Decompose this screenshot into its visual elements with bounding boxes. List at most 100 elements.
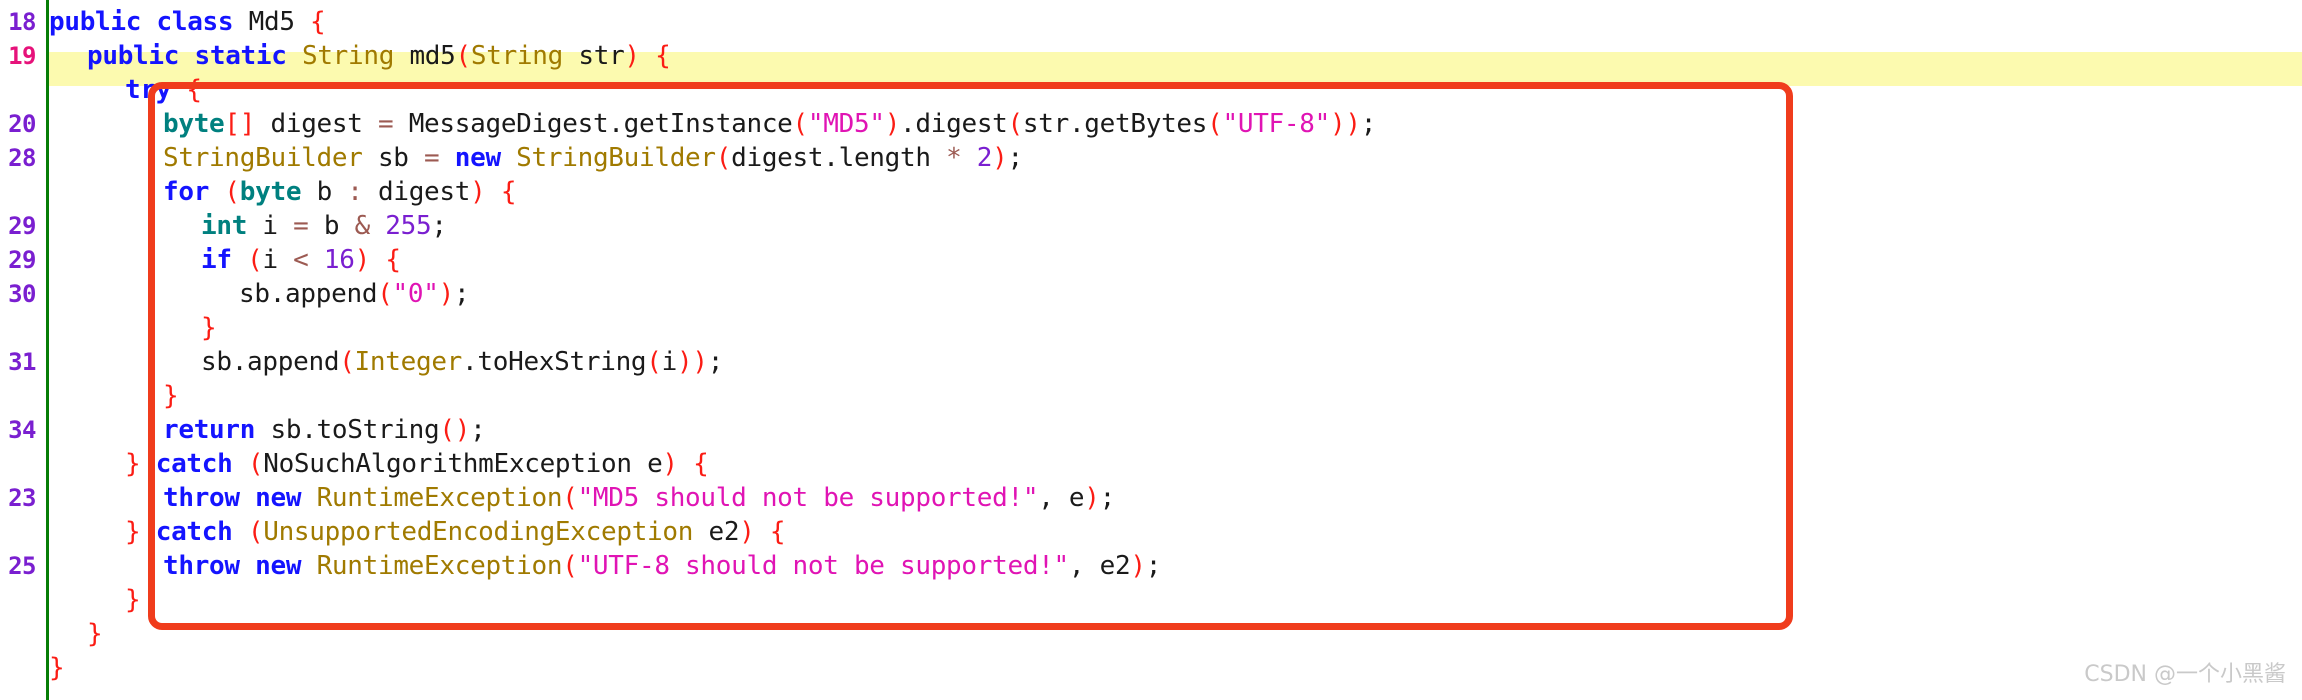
- code-token: ): [662, 449, 678, 479]
- code-token: "UTF-8 should not be supported!": [577, 551, 1070, 581]
- line-number[interactable]: 30: [0, 277, 36, 311]
- code-line[interactable]: throw new RuntimeException("MD5 should n…: [49, 481, 1115, 515]
- line-number[interactable]: 28: [0, 141, 36, 175]
- line-number[interactable]: 29: [0, 209, 36, 243]
- code-line[interactable]: try {: [49, 73, 202, 107]
- line-number[interactable]: 23: [0, 481, 36, 515]
- code-token: ): [438, 279, 455, 309]
- code-content[interactable]: public class Md5 {public static String m…: [49, 0, 2302, 700]
- code-token: digest: [270, 109, 363, 139]
- code-token: (: [1207, 109, 1223, 139]
- code-token: }: [201, 313, 217, 343]
- code-line[interactable]: public class Md5 {: [49, 5, 326, 39]
- code-token: public: [87, 41, 180, 71]
- code-line[interactable]: } catch (NoSuchAlgorithmException e) {: [49, 447, 709, 481]
- line-number[interactable]: 34: [0, 413, 36, 447]
- code-token: throw: [163, 483, 240, 513]
- code-token: )): [1329, 109, 1361, 139]
- code-line[interactable]: }: [49, 651, 65, 685]
- code-token: ): [354, 245, 371, 275]
- code-token: class: [156, 7, 234, 37]
- code-token: ): [884, 109, 901, 139]
- code-token: RuntimeException: [316, 483, 563, 513]
- code-line[interactable]: StringBuilder sb = new StringBuilder(dig…: [49, 141, 1023, 175]
- code-token: =: [424, 143, 440, 173]
- code-token: 255: [385, 211, 432, 241]
- line-number[interactable]: 18: [0, 5, 36, 39]
- code-token: 16: [323, 245, 355, 275]
- code-line[interactable]: byte[] digest = MessageDigest.getInstanc…: [49, 107, 1376, 141]
- code-token: }: [125, 517, 141, 547]
- code-token: i: [661, 347, 678, 377]
- code-token: ): [1084, 483, 1100, 513]
- code-token: catch: [155, 449, 233, 479]
- code-editor[interactable]: 18 19 20 28 29 29 30 31 34 23 25 public class Md5 …: [0, 0, 2302, 700]
- code-token: 2: [976, 143, 993, 173]
- code-token: ,: [1068, 551, 1085, 581]
- code-token: []: [224, 109, 256, 139]
- code-token: .toHexString: [462, 347, 647, 377]
- code-token: sb.toString: [270, 415, 440, 445]
- code-line[interactable]: sb.append(Integer.toHexString(i));: [49, 345, 723, 379]
- code-line[interactable]: }: [49, 617, 103, 651]
- code-token: String: [301, 41, 395, 71]
- line-number-gutter[interactable]: 18 19 20 28 29 29 30 31 34 23 25: [0, 0, 46, 700]
- code-token: UnsupportedEncodingException: [263, 517, 694, 547]
- line-number[interactable]: 31: [0, 345, 36, 379]
- code-token: (: [562, 483, 578, 513]
- code-token: RuntimeException: [316, 551, 563, 581]
- code-token: (: [224, 177, 240, 207]
- code-token: {: [769, 517, 786, 547]
- code-line[interactable]: if (i < 16) {: [49, 243, 401, 277]
- code-token: try: [125, 75, 172, 105]
- code-line[interactable]: int i = b & 255;: [49, 209, 447, 243]
- line-number[interactable]: 19: [0, 39, 36, 73]
- code-line[interactable]: for (byte b : digest) {: [49, 175, 517, 209]
- code-token: byte: [239, 177, 302, 207]
- line-number[interactable]: 20: [0, 107, 36, 141]
- gutter-divider: [46, 0, 49, 700]
- code-token: ): [739, 517, 755, 547]
- code-line[interactable]: }: [49, 583, 141, 617]
- code-token: e2: [1099, 551, 1131, 581]
- code-token: digest.length: [731, 143, 931, 173]
- code-token: b: [323, 211, 340, 241]
- code-token: sb.append: [239, 279, 378, 309]
- code-token: )): [677, 347, 708, 377]
- code-token: {: [500, 177, 517, 207]
- code-line[interactable]: }: [49, 311, 217, 345]
- code-line[interactable]: sb.append("0");: [49, 277, 470, 311]
- line-number[interactable]: 25: [0, 549, 36, 583]
- code-token: e: [1068, 483, 1085, 513]
- code-token: {: [693, 449, 709, 479]
- code-token: {: [186, 75, 202, 105]
- code-token: String: [470, 41, 563, 71]
- code-token: ,: [1038, 483, 1054, 513]
- code-line[interactable]: } catch (UnsupportedEncodingException e2…: [49, 515, 786, 549]
- code-token: digest: [378, 177, 471, 207]
- code-line[interactable]: throw new RuntimeException("UTF-8 should…: [49, 549, 1161, 583]
- code-token: ): [470, 177, 486, 207]
- code-token: (: [247, 245, 263, 275]
- line-number[interactable]: 29: [0, 243, 36, 277]
- code-line[interactable]: return sb.toString();: [49, 413, 486, 447]
- code-token: {: [310, 7, 326, 37]
- code-line[interactable]: }: [49, 379, 179, 413]
- code-line[interactable]: public static String md5(String str) {: [49, 39, 671, 73]
- code-token: int: [201, 211, 248, 241]
